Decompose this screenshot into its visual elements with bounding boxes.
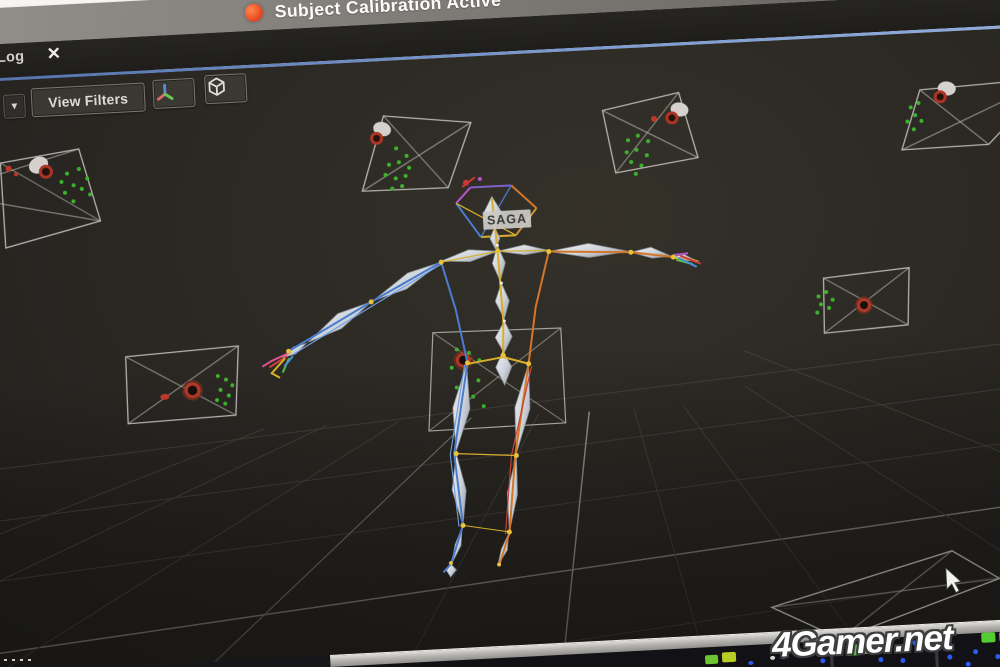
marker-dots	[624, 133, 652, 176]
blue-led	[966, 661, 971, 666]
camera-frustum-mid-right	[813, 268, 912, 334]
blue-led	[973, 649, 978, 654]
camera-body-icon	[934, 79, 957, 102]
camera-frustum-top-right	[898, 75, 1000, 150]
app-window: Subject Calibration Active Log ✕	[0, 0, 1000, 667]
watermark: 4Gamer.net	[771, 618, 953, 666]
view-filters-button[interactable]: View Filters	[31, 82, 146, 117]
bezel-indicator-dots	[4, 659, 31, 661]
marker-dots	[814, 290, 835, 315]
blue-led	[995, 654, 1000, 659]
camera-lens-icon	[183, 380, 203, 400]
marker-dots	[382, 146, 412, 191]
camera-frustum-top-center-left	[358, 111, 474, 192]
marker-dots	[59, 166, 93, 204]
cube-gizmo-button[interactable]	[204, 73, 247, 104]
camera-lens-icon	[856, 297, 873, 314]
axis-gizmo-icon	[153, 80, 176, 103]
recording-status-icon	[244, 3, 263, 22]
camera-frustum-top-center-right	[602, 92, 699, 178]
dropdown-caret-button[interactable]: ▼	[3, 94, 26, 119]
close-icon[interactable]: ✕	[46, 44, 61, 65]
blue-led	[748, 661, 753, 665]
view-filters-label: View Filters	[48, 90, 129, 110]
3d-viewport[interactable]: ▼ View Filters SAGA	[0, 23, 1000, 667]
caret-down-icon: ▼	[9, 101, 19, 113]
green-led	[981, 632, 996, 643]
camera-frustum-left	[0, 148, 102, 251]
photographed-monitor: Subject Calibration Active Log ✕	[0, 0, 1000, 667]
marker-dots	[904, 101, 924, 132]
tab-log[interactable]: Log	[0, 49, 25, 66]
axis-gizmo-button[interactable]	[152, 78, 195, 109]
scene-canvas	[0, 23, 1000, 667]
camera-body-icon	[26, 153, 52, 178]
cube-gizmo-icon	[205, 75, 228, 98]
subject-label: SAGA	[483, 209, 532, 229]
yellow-led	[722, 652, 737, 663]
green-led	[705, 655, 718, 665]
